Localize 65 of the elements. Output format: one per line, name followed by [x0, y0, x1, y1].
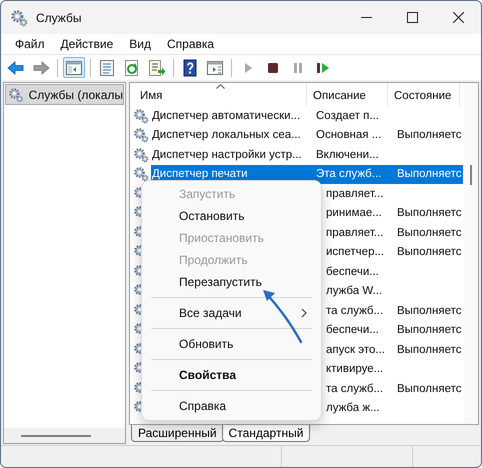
column-header[interactable]: Состояние	[388, 83, 460, 106]
column-header[interactable]: Описание	[307, 83, 388, 106]
table-cell: Диспетчер автоматически...	[152, 110, 300, 122]
table-cell: Диспетчер печати	[152, 168, 248, 180]
export-list-button[interactable]	[146, 57, 168, 78]
table-cell: беспечи...	[326, 266, 379, 278]
table-cell: Эта служб...	[316, 168, 382, 180]
table-cell: апуск это...	[326, 344, 385, 356]
table-cell: Выполняетс	[397, 382, 462, 395]
table-cell: та служб...	[326, 382, 384, 395]
window-title: Службы	[36, 10, 82, 24]
tree-pane-icon	[65, 58, 83, 76]
menu-item[interactable]: Файл	[7, 37, 53, 51]
table-cell: Основная ...	[316, 129, 382, 142]
gear-icon	[133, 108, 149, 124]
table-cell: правляет...	[326, 226, 384, 239]
table-cell: беспечи...	[326, 324, 379, 336]
table-cell: Выполняетс	[397, 246, 462, 258]
menu-item[interactable]: Обновить	[142, 333, 321, 355]
table-cell: Выполняетс	[397, 304, 462, 317]
table-cell: та служб...	[326, 304, 384, 317]
table-row[interactable]: Диспетчер настройки устр... Включени...	[151, 145, 463, 164]
table-row[interactable]: Диспетчер автоматически... Создает п...	[151, 106, 463, 126]
view-tab[interactable]: Стандартный	[222, 425, 310, 442]
menu-item[interactable]: Справка	[159, 37, 222, 51]
export-list-icon	[148, 58, 166, 76]
table-row[interactable]: Диспетчер локальных сеа... Основная ... Выполняетс	[151, 126, 463, 145]
gear-icon	[133, 146, 149, 163]
menu-item[interactable]: Вид	[121, 37, 159, 51]
gear-icon	[8, 86, 24, 102]
table-cell: Выполняетс	[397, 168, 462, 180]
table-cell: испетчер...	[326, 246, 384, 258]
table-cell: ринимае...	[326, 207, 382, 220]
menu-item[interactable]: Перезапустить	[142, 271, 321, 293]
list-window-icon	[98, 58, 116, 76]
forward-arrow-icon	[32, 58, 50, 76]
table-cell: Включени...	[316, 148, 379, 161]
menu-item[interactable]: Все задачи	[142, 302, 321, 324]
tree-item[interactable]: Службы (локалы	[5, 84, 124, 105]
menu-item[interactable]: Действие	[52, 37, 122, 51]
gear-icon	[133, 127, 149, 144]
table-cell: Диспетчер настройки устр...	[152, 148, 302, 161]
selected-row[interactable]: Диспетчер печати Эта служб... Выполняетс	[151, 164, 463, 184]
table-cell: Выполняетс	[397, 207, 462, 220]
menu-item[interactable]: Свойства	[142, 364, 321, 386]
back-arrow-icon	[7, 58, 25, 76]
menu-item[interactable]: Остановить	[142, 205, 321, 227]
view-tab[interactable]: Расширенный	[131, 425, 224, 442]
help-icon	[181, 58, 199, 76]
gear-icon	[10, 8, 28, 26]
tree-pane-button[interactable]	[63, 57, 85, 78]
console-window-icon	[206, 58, 224, 76]
table-cell: Создает п...	[316, 110, 379, 122]
table-cell: Выполняетс	[397, 324, 462, 336]
menu-item[interactable]: Справка	[142, 395, 321, 417]
table-cell: Выполняетс	[397, 226, 462, 239]
table-cell: Выполняетс	[397, 344, 462, 356]
scrollbar-thumb[interactable]	[470, 165, 472, 185]
table-cell: Выполняетс	[397, 129, 462, 142]
maximize-icon	[406, 12, 418, 23]
scrollbar-thumb[interactable]	[21, 434, 91, 436]
close-icon	[452, 12, 464, 23]
table-cell: Диспетчер локальных сеа...	[152, 129, 301, 142]
refresh-icon	[123, 58, 141, 76]
column-header[interactable]: Имя	[130, 83, 307, 106]
